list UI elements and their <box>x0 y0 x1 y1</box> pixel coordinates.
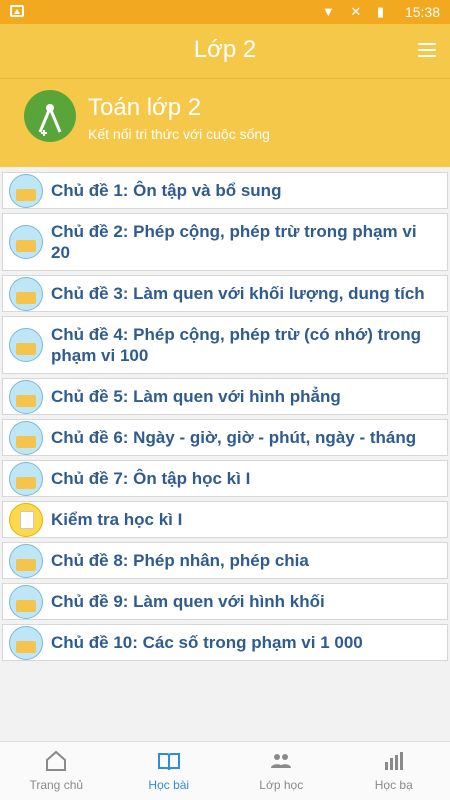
list-item[interactable]: Chủ đề 2: Phép cộng, phép trừ trong phạm… <box>2 213 448 271</box>
topic-list: Chủ đề 1: Ôn tập và bổ sung Chủ đề 2: Ph… <box>0 172 450 665</box>
list-item-label: Chủ đề 2: Phép cộng, phép trừ trong phạm… <box>51 222 417 262</box>
list-item[interactable]: Chủ đề 7: Ôn tập học kì I <box>2 460 448 497</box>
list-item[interactable]: Chủ đề 1: Ôn tập và bổ sung <box>2 172 448 209</box>
folder-icon <box>9 543 43 578</box>
page-title: Lớp 2 <box>193 36 257 63</box>
chart-icon <box>384 752 403 770</box>
folder-icon <box>9 276 43 311</box>
image-icon <box>10 5 24 17</box>
list-item-label: Chủ đề 9: Làm quen với hình khối <box>51 592 325 611</box>
list-item-label: Chủ đề 6: Ngày - giờ, giờ - phút, ngày -… <box>51 428 417 447</box>
nav-class[interactable]: Lớp học <box>225 742 338 800</box>
list-item[interactable]: Chủ đề 8: Phép nhân, phép chia <box>2 542 448 579</box>
list-item[interactable]: Chủ đề 3: Làm quen với khối lượng, dung … <box>2 275 448 312</box>
app-bar: Lớp 2 <box>0 24 450 79</box>
subject-header: Toán lớp 2 Kết nối tri thức với cuộc sốn… <box>0 79 450 167</box>
list-item-label: Chủ đề 8: Phép nhân, phép chia <box>51 551 309 570</box>
list-item-label: Chủ đề 3: Làm quen với khối lượng, dung … <box>51 284 425 303</box>
folder-icon <box>9 379 43 414</box>
nav-report-label: Học bạ <box>374 778 413 792</box>
nav-home-label: Trang chủ <box>29 778 84 792</box>
folder-icon <box>9 225 43 259</box>
list-item-label: Chủ đề 4: Phép cộng, phép trừ (có nhớ) t… <box>51 325 422 365</box>
status-time: 15:38 <box>404 4 440 20</box>
nav-class-label: Lớp học <box>259 778 304 792</box>
list-item[interactable]: Chủ đề 6: Ngày - giờ, giờ - phút, ngày -… <box>2 419 448 456</box>
folder-icon <box>9 328 43 362</box>
list-item-label: Chủ đề 10: Các số trong phạm vi 1 000 <box>51 633 363 652</box>
list-item[interactable]: Kiểm tra học kì I <box>2 501 448 538</box>
folder-icon <box>9 584 43 619</box>
list-item-label: Chủ đề 5: Làm quen với hình phẳng <box>51 387 341 406</box>
list-item[interactable]: Chủ đề 5: Làm quen với hình phẳng <box>2 378 448 415</box>
subject-subtitle: Kết nối tri thức với cuộc sống <box>88 126 270 142</box>
home-icon <box>46 750 67 771</box>
nav-report[interactable]: Học bạ <box>338 742 450 800</box>
nav-study[interactable]: Học bài <box>113 742 226 800</box>
list-item[interactable]: Chủ đề 4: Phép cộng, phép trừ (có nhớ) t… <box>2 316 448 374</box>
status-bar: ▼ ✕ ▮ 15:38 <box>0 0 450 24</box>
list-item-label: Chủ đề 7: Ôn tập học kì I <box>51 469 251 488</box>
list-item-label: Kiểm tra học kì I <box>51 510 183 529</box>
test-icon <box>9 502 43 537</box>
nav-study-label: Học bài <box>148 778 190 792</box>
list-item[interactable]: Chủ đề 10: Các số trong phạm vi 1 000 <box>2 624 448 661</box>
folder-icon <box>9 461 43 496</box>
folder-icon <box>9 420 43 455</box>
subject-title: Toán lớp 2 <box>88 94 202 121</box>
folder-icon <box>9 173 43 208</box>
book-icon <box>157 753 180 771</box>
bottom-nav: Trang chủ Học bài Lớp học Học bạ <box>0 741 450 800</box>
list-item-label: Chủ đề 1: Ôn tập và bổ sung <box>51 181 282 200</box>
nav-home[interactable]: Trang chủ <box>0 742 113 800</box>
folder-icon <box>9 625 43 660</box>
list-item[interactable]: Chủ đề 9: Làm quen với hình khối <box>2 583 448 620</box>
compass-icon <box>24 90 76 142</box>
status-icons: ▼ ✕ ▮ <box>321 4 390 19</box>
users-icon <box>271 754 292 768</box>
menu-icon[interactable] <box>418 43 436 57</box>
